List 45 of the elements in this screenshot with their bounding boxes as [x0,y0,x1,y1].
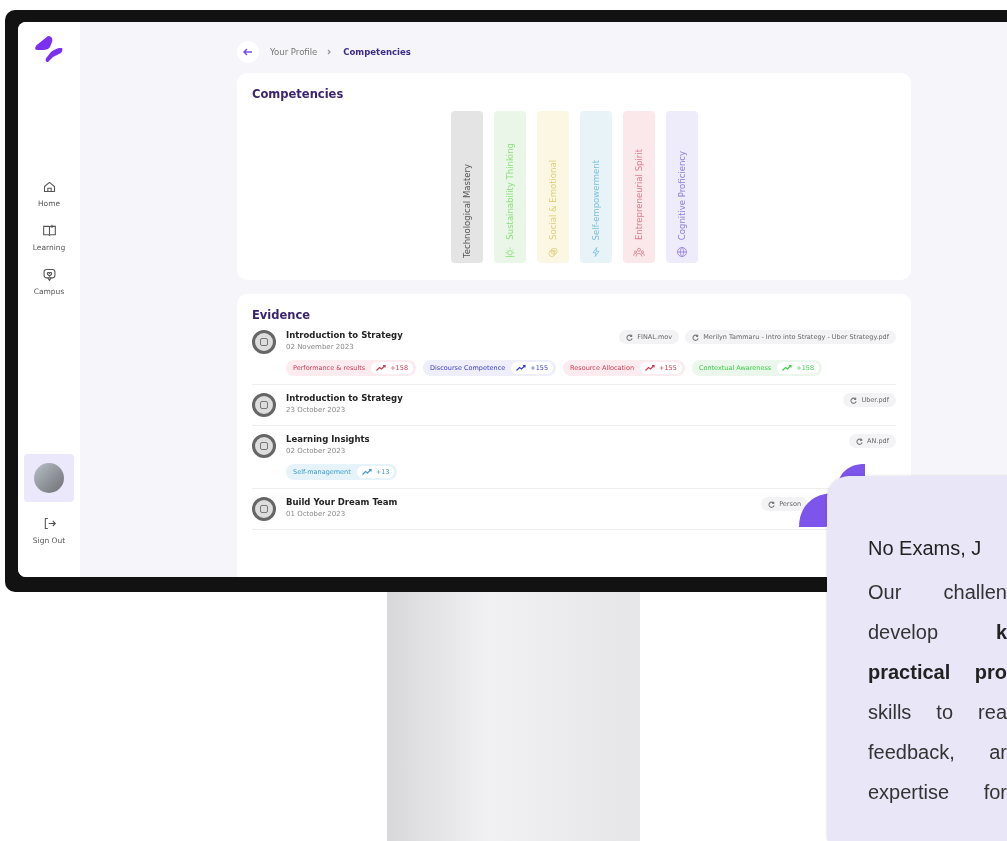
card-title: Competencies [252,87,345,101]
competency-bar[interactable]: Cognitive Proficiency [666,111,698,263]
competency-bar[interactable]: Technological Mastery [451,111,483,263]
competency-label: Entrepreneurial Spirit [634,148,644,240]
back-button[interactable] [237,41,259,63]
circular-arrow-icon [626,333,634,341]
trend-icon [376,365,387,371]
evidence-title[interactable]: Build Your Dream Team [286,497,398,507]
chevron-icon [326,49,333,55]
promo-text: Our challen develop k practical pro skills to rea feedback, ar expertise for [868,580,1007,805]
circular-arrow-icon [768,500,776,508]
avatar [34,463,64,493]
circular-arrow-icon [692,333,700,341]
competency-label: Self-empowerment [591,159,601,240]
badge-icon [252,330,276,354]
competency-label: Technological Mastery [462,164,472,258]
profile-item[interactable] [24,454,74,502]
evidence-title[interactable]: Introduction to Strategy [286,330,403,340]
circular-arrow-icon [856,437,864,445]
badge-icon [252,434,276,458]
breadcrumb-link[interactable]: Your Profile [270,47,318,57]
competency-icon [504,246,516,258]
trend-icon [361,469,372,475]
badge-icon [252,393,276,417]
competency-label: Social & Emotional [548,160,558,240]
breadcrumb-link[interactable]: Competencies [343,47,411,57]
evidence-title[interactable]: Learning Insights [286,434,370,444]
trend-icon [782,365,793,371]
card-title: Evidence [252,308,312,322]
competency-icon [590,246,602,258]
competency-icon [676,246,688,258]
evidence-title[interactable]: Introduction to Strategy [286,393,403,403]
competency-label: Cognitive Proficiency [677,150,687,240]
book-icon [41,223,57,238]
competency-icon [633,246,645,258]
trend-icon [645,365,656,371]
back-arrow-icon [243,47,253,57]
logo-icon [35,36,63,62]
home-icon [41,179,57,194]
trend-icon [516,365,527,371]
circular-arrow-icon [850,396,858,404]
badge-icon [252,497,276,521]
competency-label: Sustainability Thinking [505,143,515,240]
promo-title: No Exams, J [868,537,983,560]
competency-icon [547,246,559,258]
